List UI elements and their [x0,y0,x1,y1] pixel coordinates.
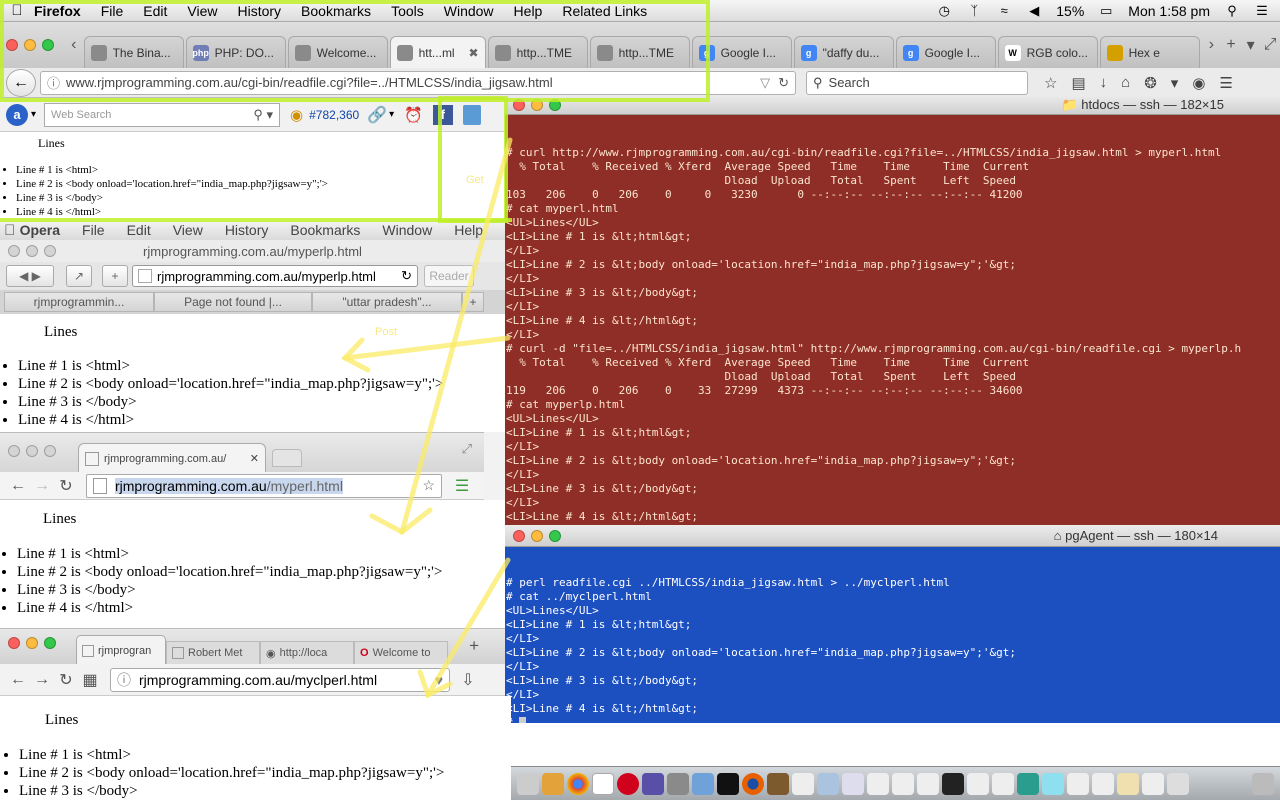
arrow-post [342,335,511,361]
arrow-cli [425,557,511,698]
arrowhead-get [369,507,433,535]
annotation-arrows [340,137,513,699]
arrow-get [399,137,513,535]
